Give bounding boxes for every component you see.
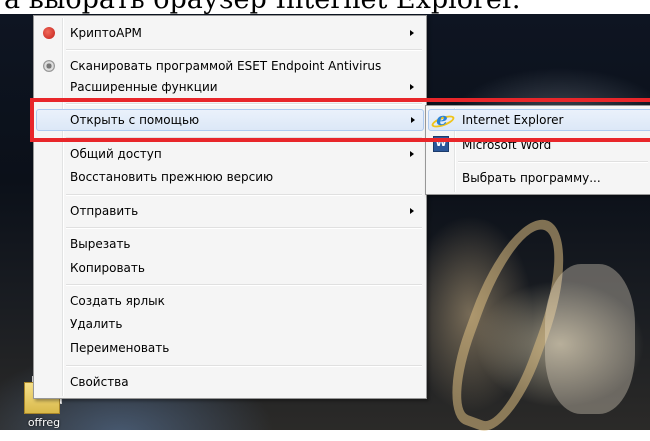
submenu-arrow-icon bbox=[410, 84, 414, 90]
menu-item-label: Расширенные функции bbox=[70, 80, 218, 94]
submenu-arrow-icon bbox=[410, 208, 414, 214]
menu-item-label: Переименовать bbox=[70, 341, 170, 355]
menu-item-cut[interactable]: Вырезать bbox=[36, 233, 422, 255]
submenu-arrow-icon bbox=[410, 151, 414, 157]
cryptoarm-icon bbox=[43, 27, 55, 39]
menu-item-label: Копировать bbox=[70, 261, 145, 275]
menu-item-label: Вырезать bbox=[70, 237, 131, 251]
document-caption: а выбрать браузер Internet Explorer. bbox=[0, 0, 650, 14]
caption-text: а выбрать браузер Internet Explorer. bbox=[4, 0, 520, 14]
menu-item-share[interactable]: Общий доступ bbox=[36, 143, 422, 165]
menu-item-create-shortcut[interactable]: Создать ярлык bbox=[36, 290, 422, 312]
menu-item-label: Восстановить прежнюю версию bbox=[70, 170, 274, 184]
menu-item-properties[interactable]: Свойства bbox=[36, 371, 422, 393]
menu-separator bbox=[66, 49, 422, 51]
menu-item-label: Общий доступ bbox=[70, 147, 162, 161]
desktop-icon-label: offreg bbox=[27, 416, 61, 429]
menu-item-copy[interactable]: Копировать bbox=[36, 257, 422, 279]
submenu-item-choose-program[interactable]: Выбрать программу... bbox=[428, 167, 650, 189]
menu-item-label: Сканировать программой ESET Endpoint Ant… bbox=[70, 59, 382, 73]
menu-item-rename[interactable]: Переименовать bbox=[36, 337, 422, 359]
menu-item-label: Свойства bbox=[70, 375, 129, 389]
menu-item-advanced[interactable]: Расширенные функции bbox=[36, 76, 422, 98]
menu-item-restore-version[interactable]: Восстановить прежнюю версию bbox=[36, 166, 422, 188]
menu-item-label: КриптоАРМ bbox=[70, 26, 142, 40]
menu-separator bbox=[66, 194, 422, 196]
menu-separator bbox=[458, 161, 648, 163]
menu-item-eset-scan[interactable]: Сканировать программой ESET Endpoint Ant… bbox=[36, 55, 422, 77]
menu-item-label: Создать ярлык bbox=[70, 294, 165, 308]
submenu-arrow-icon bbox=[410, 30, 414, 36]
menu-item-label: Удалить bbox=[70, 317, 123, 331]
red-highlight-annotation bbox=[30, 98, 650, 142]
wallpaper-shape bbox=[545, 264, 635, 414]
menu-item-cryptoarm[interactable]: КриптоАРМ bbox=[36, 22, 422, 44]
menu-separator bbox=[66, 284, 422, 286]
menu-separator bbox=[66, 365, 422, 367]
context-menu: КриптоАРМ Сканировать программой ESET En… bbox=[33, 15, 427, 399]
submenu-item-label: Выбрать программу... bbox=[462, 171, 601, 185]
menu-item-label: Отправить bbox=[70, 204, 139, 218]
eset-icon bbox=[43, 60, 55, 72]
menu-separator bbox=[66, 227, 422, 229]
menu-item-send-to[interactable]: Отправить bbox=[36, 200, 422, 222]
menu-item-delete[interactable]: Удалить bbox=[36, 313, 422, 335]
